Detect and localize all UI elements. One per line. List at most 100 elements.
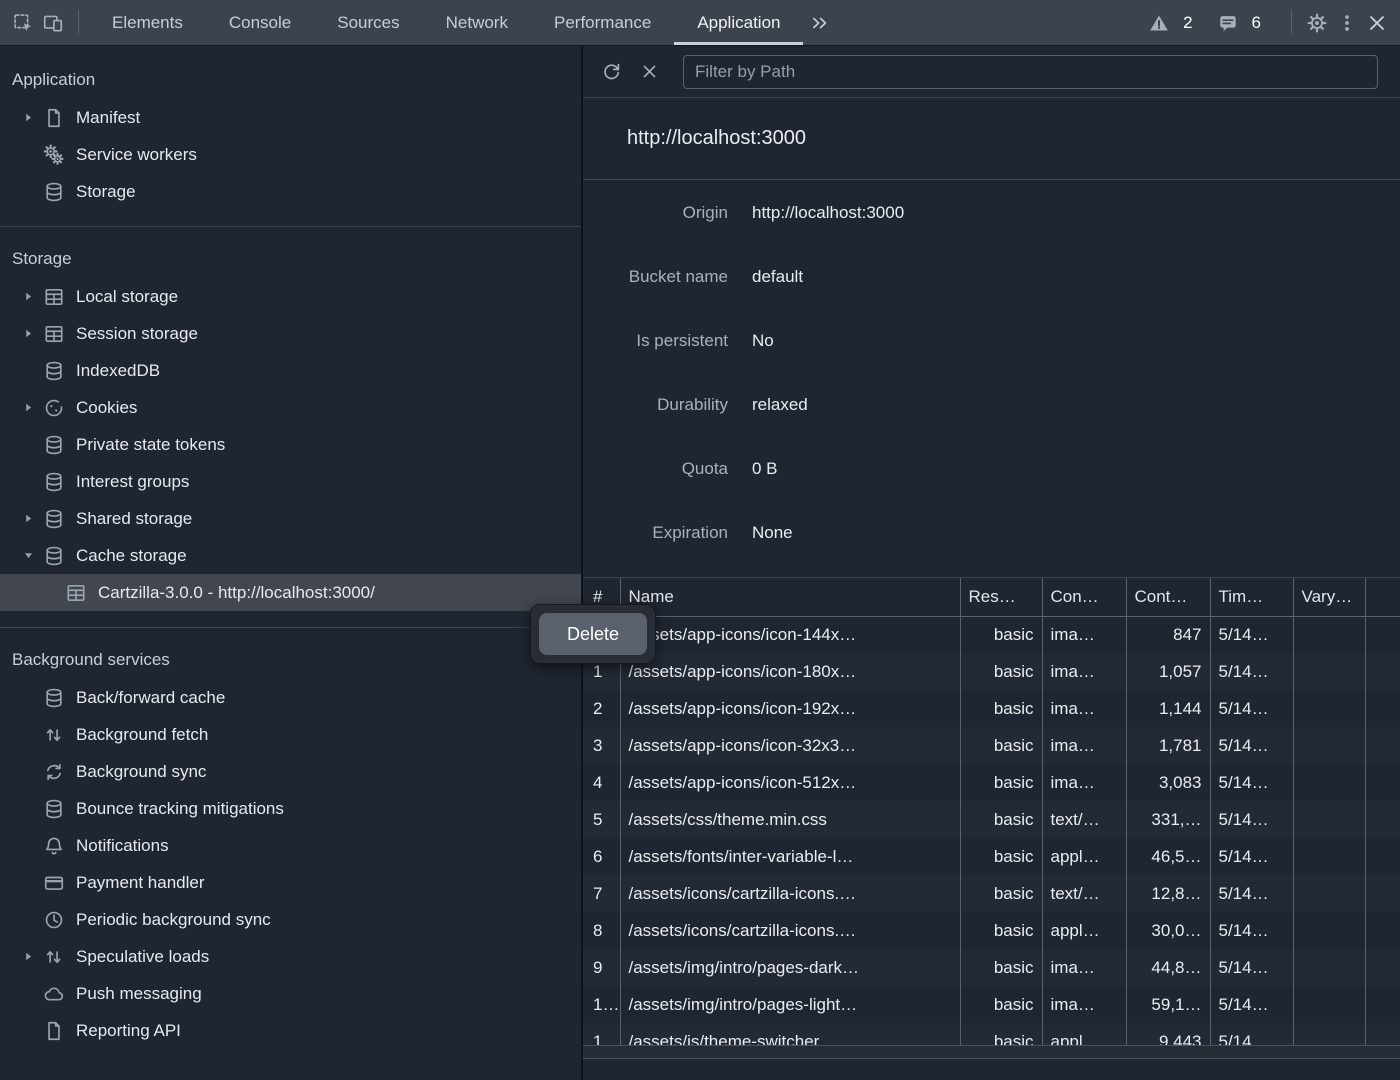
- gears-icon: [42, 143, 66, 167]
- sidebar-item-notifications[interactable]: Notifications: [0, 827, 581, 864]
- table-cell: 44,8…: [1126, 949, 1210, 986]
- table-cell: appl…: [1042, 912, 1126, 949]
- table-row[interactable]: 7/assets/icons/cartzilla-icons.…basictex…: [583, 875, 1400, 912]
- sidebar-item-cache-storage[interactable]: Cache storage: [0, 537, 581, 574]
- tab-performance[interactable]: Performance: [531, 0, 674, 45]
- table-cell: basic: [960, 986, 1042, 1023]
- sidebar-item-interest-groups[interactable]: Interest groups: [0, 463, 581, 500]
- more-tabs-chevron-icon[interactable]: [803, 0, 837, 45]
- inspect-icon[interactable]: [8, 0, 38, 45]
- sidebar-item-reporting-api[interactable]: Reporting API: [0, 1012, 581, 1049]
- sidebar-item-background-fetch[interactable]: Background fetch: [0, 716, 581, 753]
- context-menu-item-delete[interactable]: Delete: [539, 613, 647, 655]
- table-row[interactable]: 0/assets/app-icons/icon-144x…basicima…84…: [583, 616, 1400, 653]
- messages-status[interactable]: 6: [1213, 0, 1261, 45]
- sidebar-item-manifest[interactable]: Manifest: [0, 99, 581, 136]
- table-icon: [42, 285, 66, 309]
- twisty-right-icon[interactable]: [18, 324, 38, 344]
- sidebar-item-periodic-background-sync[interactable]: Periodic background sync: [0, 901, 581, 938]
- sidebar-item-cartzilla-3-0-0-http-localhost-3000[interactable]: Cartzilla-3.0.0 - http://localhost:3000/: [0, 574, 581, 611]
- sidebar-item-service-workers[interactable]: Service workers: [0, 136, 581, 173]
- tab-network[interactable]: Network: [423, 0, 531, 45]
- tab-sources[interactable]: Sources: [314, 0, 422, 45]
- sidebar-item-indexeddb[interactable]: IndexedDB: [0, 352, 581, 389]
- sidebar-item-label: Cache storage: [76, 546, 187, 566]
- column-header-res[interactable]: Res…: [960, 578, 1042, 616]
- table-cell: 5/14…: [1210, 801, 1293, 838]
- sidebar-item-label: Shared storage: [76, 509, 192, 529]
- sidebar-item-private-state-tokens[interactable]: Private state tokens: [0, 426, 581, 463]
- warnings-status[interactable]: 2: [1144, 0, 1192, 45]
- twisty-right-icon[interactable]: [18, 947, 38, 967]
- sidebar-item-label: Reporting API: [76, 1021, 181, 1041]
- table-icon: [42, 322, 66, 346]
- table-cell: text/…: [1042, 875, 1126, 912]
- sidebar-item-speculative-loads[interactable]: Speculative loads: [0, 938, 581, 975]
- table-cell: ima…: [1042, 727, 1126, 764]
- twisty-down-icon[interactable]: [18, 546, 38, 566]
- column-header-con[interactable]: Con…: [1042, 578, 1126, 616]
- column-header-cont[interactable]: Cont…: [1126, 578, 1210, 616]
- sidebar-item-bounce-tracking-mitigations[interactable]: Bounce tracking mitigations: [0, 790, 581, 827]
- twisty-spacer: [18, 762, 38, 782]
- filter-toolbar: [583, 46, 1400, 98]
- column-header-name[interactable]: Name: [620, 578, 960, 616]
- refresh-icon[interactable]: [595, 56, 627, 88]
- sidebar-item-storage[interactable]: Storage: [0, 173, 581, 210]
- twisty-right-icon[interactable]: [18, 398, 38, 418]
- table-row[interactable]: 4/assets/app-icons/icon-512x…basicima…3,…: [583, 764, 1400, 801]
- kebab-menu-icon[interactable]: [1332, 0, 1362, 45]
- horizontal-scrollbar[interactable]: [583, 1045, 1400, 1059]
- card-icon: [42, 871, 66, 895]
- twisty-right-icon[interactable]: [18, 108, 38, 128]
- sidebar-item-background-sync[interactable]: Background sync: [0, 753, 581, 790]
- table-cell-filler: [1365, 690, 1400, 727]
- table-row[interactable]: 5/assets/css/theme.min.cssbasictext/…331…: [583, 801, 1400, 838]
- table-cell: 5: [583, 801, 620, 838]
- sidebar-item-shared-storage[interactable]: Shared storage: [0, 500, 581, 537]
- tab-application[interactable]: Application: [674, 0, 803, 45]
- column-header-tim[interactable]: Tim…: [1210, 578, 1293, 616]
- filter-by-path-input[interactable]: [683, 55, 1378, 89]
- sidebar-item-back-forward-cache[interactable]: Back/forward cache: [0, 679, 581, 716]
- database-icon: [42, 544, 66, 568]
- gear-icon[interactable]: [1302, 0, 1332, 45]
- table-row[interactable]: 1…/assets/js/theme-switcher…basicappl…9,…: [583, 1023, 1400, 1045]
- table-row[interactable]: 6/assets/fonts/inter-variable-l…basicapp…: [583, 838, 1400, 875]
- detail-label: Is persistent: [583, 331, 728, 383]
- twisty-right-icon[interactable]: [18, 509, 38, 529]
- sidebar-item-session-storage[interactable]: Session storage: [0, 315, 581, 352]
- clear-filter-icon[interactable]: [633, 56, 665, 88]
- table-cell: [1293, 875, 1365, 912]
- twisty-spacer: [18, 182, 38, 202]
- table-cell: basic: [960, 801, 1042, 838]
- twisty-spacer: [18, 145, 38, 165]
- sidebar-item-cookies[interactable]: Cookies: [0, 389, 581, 426]
- table-cell: /assets/icons/cartzilla-icons.…: [620, 912, 960, 949]
- sidebar-item-label: Payment handler: [76, 873, 205, 893]
- close-icon[interactable]: [1362, 0, 1392, 45]
- table-row[interactable]: 9/assets/img/intro/pages-dark…basicima…4…: [583, 949, 1400, 986]
- table-row[interactable]: 3/assets/app-icons/icon-32x3…basicima…1,…: [583, 727, 1400, 764]
- twisty-right-icon[interactable]: [18, 287, 38, 307]
- sidebar-item-local-storage[interactable]: Local storage: [0, 278, 581, 315]
- column-header-vary[interactable]: Vary…: [1293, 578, 1365, 616]
- sidebar-item-payment-handler[interactable]: Payment handler: [0, 864, 581, 901]
- table-row[interactable]: 1/assets/app-icons/icon-180x…basicima…1,…: [583, 653, 1400, 690]
- tab-elements[interactable]: Elements: [89, 0, 206, 45]
- table-cell: 8: [583, 912, 620, 949]
- table-cell: 3,083: [1126, 764, 1210, 801]
- table-row[interactable]: 2/assets/app-icons/icon-192x…basicima…1,…: [583, 690, 1400, 727]
- device-toolbar-icon[interactable]: [38, 0, 68, 45]
- application-sidebar: ApplicationManifestService workersStorag…: [0, 46, 583, 1080]
- detail-value: No: [752, 331, 774, 383]
- sidebar-item-label: Notifications: [76, 836, 169, 856]
- table-cell: 5/14…: [1210, 1023, 1293, 1045]
- sidebar-item-label: Bounce tracking mitigations: [76, 799, 284, 819]
- table-row[interactable]: 8/assets/icons/cartzilla-icons.…basicapp…: [583, 912, 1400, 949]
- table-cell: 46,5…: [1126, 838, 1210, 875]
- section-title-storage: Storage: [0, 227, 581, 278]
- sidebar-item-push-messaging[interactable]: Push messaging: [0, 975, 581, 1012]
- table-row[interactable]: 1…/assets/img/intro/pages-light…basicima…: [583, 986, 1400, 1023]
- tab-console[interactable]: Console: [206, 0, 314, 45]
